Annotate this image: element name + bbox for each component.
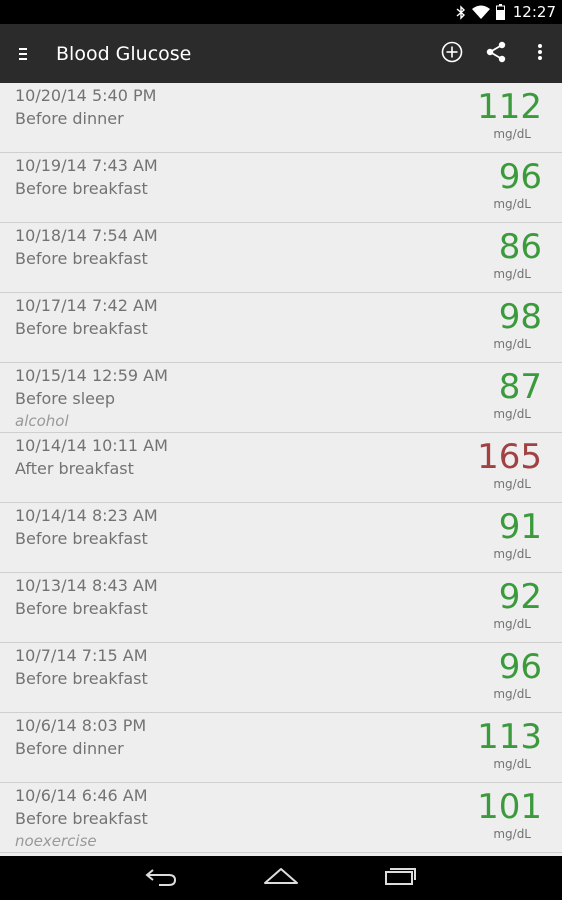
list-item[interactable]: 10/17/14 7:42 AM Before breakfast 98 mg/… (0, 293, 562, 363)
reading-date: 10/6/14 8:03 PM (15, 716, 147, 735)
back-icon (145, 866, 177, 890)
reading-unit: mg/dL (493, 827, 531, 841)
reading-unit: mg/dL (493, 547, 531, 561)
list-item[interactable]: 10/13/14 8:43 AM Before breakfast 92 mg/… (0, 573, 562, 643)
reading-date: 10/17/14 7:42 AM (15, 296, 158, 315)
reading-value: 165 (477, 437, 542, 477)
reading-note: alcohol (15, 412, 69, 430)
reading-note: noexercise (15, 832, 97, 850)
reading-date: 10/6/14 6:46 AM (15, 786, 148, 805)
reading-date: 10/7/14 7:15 AM (15, 646, 148, 665)
reading-value: 96 (498, 647, 542, 687)
reading-value: 96 (498, 157, 542, 197)
share-button[interactable] (474, 24, 518, 83)
reading-unit: mg/dL (493, 477, 531, 491)
reading-value: 101 (477, 787, 542, 827)
reading-value: 86 (498, 227, 542, 267)
list-item[interactable]: 10/6/14 8:03 PM Before dinner 113 mg/dL (0, 713, 562, 783)
share-icon (485, 41, 507, 67)
status-time: 12:27 (512, 3, 556, 21)
back-button[interactable] (132, 856, 190, 900)
status-bar: 12:27 (0, 0, 562, 24)
home-icon (263, 866, 299, 890)
reading-date: 10/14/14 8:23 AM (15, 506, 158, 525)
recents-icon (384, 866, 418, 890)
reading-meal: Before dinner (15, 739, 124, 758)
reading-meal: Before breakfast (15, 529, 148, 548)
reading-meal: Before sleep (15, 389, 116, 408)
list-item[interactable]: 10/6/14 6:46 AM Before breakfast noexerc… (0, 783, 562, 853)
list-item[interactable]: 10/18/14 7:54 AM Before breakfast 86 mg/… (0, 223, 562, 293)
reading-date: 10/19/14 7:43 AM (15, 156, 158, 175)
list-item[interactable]: 10/20/14 5:40 PM Before dinner 112 mg/dL (0, 83, 562, 153)
battery-icon (495, 4, 505, 20)
reading-unit: mg/dL (493, 407, 531, 421)
reading-date: 10/15/14 12:59 AM (15, 366, 168, 385)
reading-date: 10/13/14 8:43 AM (15, 576, 158, 595)
reading-date: 10/20/14 5:40 PM (15, 86, 157, 105)
readings-list: 10/20/14 5:40 PM Before dinner 112 mg/dL… (0, 83, 562, 856)
home-button[interactable] (252, 856, 310, 900)
list-item[interactable]: 10/14/14 10:11 AM After breakfast 165 mg… (0, 433, 562, 503)
list-item[interactable]: 10/14/14 8:23 AM Before breakfast 91 mg/… (0, 503, 562, 573)
overflow-menu-icon (537, 43, 543, 65)
reading-date: 10/18/14 7:54 AM (15, 226, 158, 245)
reading-meal: Before breakfast (15, 669, 148, 688)
reading-value: 98 (498, 297, 542, 337)
reading-value: 112 (477, 87, 542, 127)
reading-unit: mg/dL (493, 757, 531, 771)
bluetooth-icon (456, 4, 466, 20)
navigation-bar (0, 856, 562, 900)
menu-icon[interactable] (0, 24, 46, 83)
reading-meal: Before breakfast (15, 179, 148, 198)
reading-meal: Before dinner (15, 109, 124, 128)
wifi-icon (471, 5, 490, 20)
add-reading-button[interactable] (430, 24, 474, 83)
reading-unit: mg/dL (493, 337, 531, 351)
add-circle-icon (441, 41, 463, 67)
reading-meal: After breakfast (15, 459, 134, 478)
reading-meal: Before breakfast (15, 809, 148, 828)
reading-value: 91 (498, 507, 542, 547)
page-title: Blood Glucose (56, 42, 192, 65)
reading-unit: mg/dL (493, 617, 531, 631)
list-item[interactable]: 10/15/14 12:59 AM Before sleep alcohol 8… (0, 363, 562, 433)
reading-meal: Before breakfast (15, 319, 148, 338)
reading-unit: mg/dL (493, 687, 531, 701)
list-item[interactable]: 10/19/14 7:43 AM Before breakfast 96 mg/… (0, 153, 562, 223)
reading-value: 92 (498, 577, 542, 617)
action-bar: Blood Glucose (0, 24, 562, 83)
reading-date: 10/14/14 10:11 AM (15, 436, 168, 455)
reading-unit: mg/dL (493, 267, 531, 281)
reading-unit: mg/dL (493, 197, 531, 211)
reading-value: 87 (498, 367, 542, 407)
reading-meal: Before breakfast (15, 249, 148, 268)
reading-unit: mg/dL (493, 127, 531, 141)
overflow-menu-button[interactable] (518, 24, 562, 83)
list-item[interactable]: 10/7/14 7:15 AM Before breakfast 96 mg/d… (0, 643, 562, 713)
reading-meal: Before breakfast (15, 599, 148, 618)
reading-value: 113 (477, 717, 542, 757)
recents-button[interactable] (372, 856, 430, 900)
